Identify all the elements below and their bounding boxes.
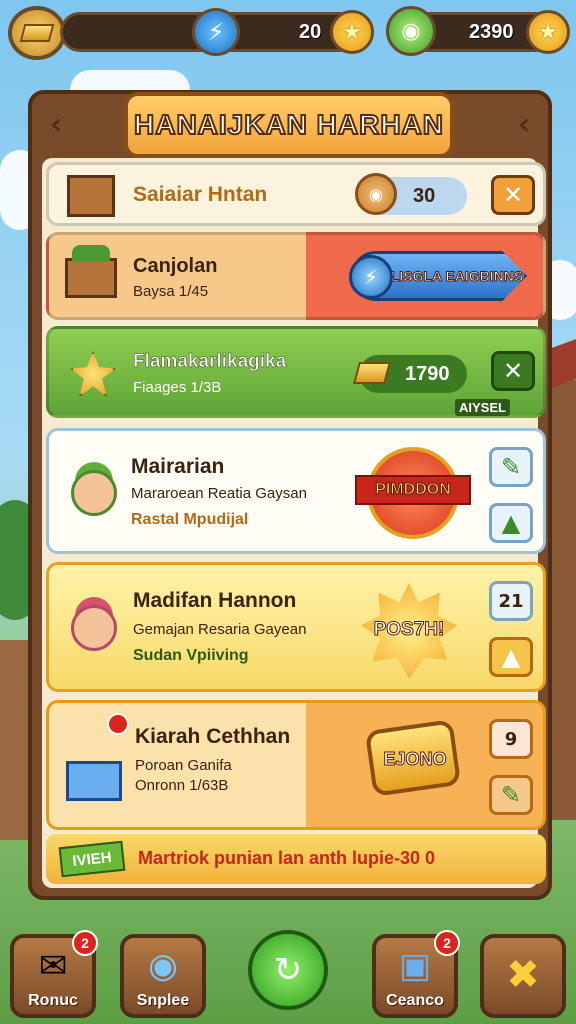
quest-title: Madifan Hannon	[133, 589, 297, 612]
chart-button[interactable]: ▲	[489, 503, 533, 543]
reward-badge-label: PIMDDON	[355, 475, 471, 505]
footer-tag: IVIEH	[58, 840, 126, 878]
crate-icon	[65, 171, 117, 221]
notification-badge	[107, 713, 129, 735]
reward-value: 30	[413, 184, 436, 207]
count-value: 9	[504, 728, 518, 750]
go-button-label: LISGLA EAIGBINNS	[390, 267, 524, 284]
quest-row[interactable]: Mairarian Mararoean Reatia Gaysan Rastal…	[46, 428, 546, 554]
quest-progress: Baysa 1/45	[133, 283, 209, 300]
prev-arrow-button[interactable]: ‹	[36, 104, 76, 144]
edit-button[interactable]: ✎	[489, 447, 533, 487]
nav-map-button[interactable]: ▣ Ceanco 2	[372, 930, 460, 1018]
nav-home-button[interactable]: ↻	[248, 930, 328, 1010]
star-icon: ★	[538, 19, 558, 45]
quest-description: Gemajan Resaria Gayean	[133, 621, 307, 638]
count-chip: 21	[489, 581, 533, 621]
character-icon	[59, 453, 129, 533]
nav-mail-button[interactable]: ✉ Ronuc 2	[10, 930, 98, 1018]
globe-icon: ◉	[148, 946, 178, 986]
nav-label: Snplee	[136, 992, 190, 1009]
quest-description: Poroan Ganifa	[135, 757, 232, 774]
chart-button[interactable]: ✎	[489, 775, 533, 815]
gold-badge-label: EJONO	[383, 748, 447, 769]
character-icon	[57, 583, 131, 673]
nav-label: Ronuc	[28, 992, 78, 1009]
close-button[interactable]: ✕	[491, 175, 535, 215]
add-energy-button[interactable]: ★	[330, 10, 374, 54]
refresh-icon: ↻	[273, 950, 303, 990]
chart-button[interactable]: ▲	[489, 637, 533, 677]
nav-close-button[interactable]: ✖	[480, 934, 566, 1018]
energy-value: 20	[299, 21, 322, 43]
nav-shop-button[interactable]: ◉ Snplee	[120, 934, 206, 1018]
quest-title: Kiarah Cethhan	[135, 725, 291, 748]
quest-list: Saiaiar Hntan 30 ◉ ✕ Canjolan Baysa 1/45…	[42, 158, 546, 888]
add-gems-button[interactable]: ★	[526, 10, 570, 54]
gold-menu-button[interactable]	[8, 6, 66, 60]
top-resource-bar: 20 ⚡ ★ 2390 ◉ ★	[0, 0, 576, 66]
gold-bar-icon	[19, 24, 55, 42]
quest-description: Mararoean Reatia Gaysan	[131, 485, 307, 502]
quest-progress: Onronn 1/63B	[135, 777, 229, 794]
quest-subtitle: Rastal Mpudijal	[131, 511, 249, 528]
quest-title: Saiaiar Hntan	[133, 183, 268, 206]
gold-icon	[353, 355, 391, 391]
gems-value: 2390	[469, 21, 514, 43]
panel-title: HANAIJKAN HARHAN	[133, 108, 444, 141]
close-button[interactable]: ✕	[491, 351, 535, 391]
star-icon: ★	[342, 19, 362, 45]
lightning-icon: ⚡	[192, 8, 240, 56]
count-value: 21	[498, 590, 524, 612]
notification-badge: 2	[72, 930, 98, 956]
bottom-nav: ✉ Ronuc 2 ◉ Snplee ↻ ▣ Ceanco 2 ✖	[0, 920, 576, 1024]
map-icon: ▣	[398, 946, 432, 986]
quest-title: Flamakarlikagika	[133, 351, 287, 373]
count-chip: 9	[489, 719, 533, 759]
panel-title-plate: HANAIJKAN HARHAN	[124, 92, 454, 158]
envelope-icon: ✉	[38, 946, 68, 986]
quest-row[interactable]: Flamakarlikagika Fiaages 1/3B 1790 ✕ AIY…	[46, 326, 546, 418]
quest-row[interactable]: Madifan Hannon Gemajan Resaria Gayean Su…	[46, 562, 546, 692]
next-arrow-button[interactable]: ‹	[504, 104, 544, 144]
reward-value: 1790	[405, 362, 450, 385]
coin-icon: ◉	[355, 173, 397, 215]
nav-label: Ceanco	[386, 992, 444, 1009]
quest-row[interactable]: Saiaiar Hntan 30 ◉ ✕	[46, 162, 546, 226]
footer-strip: IVIEH Martriok punian lan anth lupie-30 …	[46, 834, 546, 884]
close-icon: ✖	[506, 952, 540, 998]
gem-icon: ◉	[386, 6, 436, 56]
crate-plants-icon	[61, 245, 121, 309]
lightning-icon: ⚡	[349, 255, 393, 299]
star-tools-icon	[61, 343, 125, 405]
quest-tag: AIYSEL	[455, 399, 510, 416]
quest-subtitle: Sudan Vpiiving	[133, 647, 249, 664]
sun-badge-label: POS7H!	[373, 619, 445, 641]
daily-quest-panel: ‹ ‹ HANAIJKAN HARHAN Saiaiar Hntan 30 ◉ …	[28, 90, 552, 900]
quest-row[interactable]: Kiarah Cethhan Poroan Ganifa Onronn 1/63…	[46, 700, 546, 830]
quest-title: Canjolan	[133, 255, 218, 277]
quest-progress: Fiaages 1/3B	[133, 379, 222, 396]
quest-row[interactable]: Canjolan Baysa 1/45 LISGLA EAIGBINNS ⚡	[46, 232, 546, 320]
quest-title: Mairarian	[131, 455, 225, 478]
footer-text: Martriok punian lan anth lupie-30 0	[138, 848, 436, 868]
notification-badge: 2	[434, 930, 460, 956]
